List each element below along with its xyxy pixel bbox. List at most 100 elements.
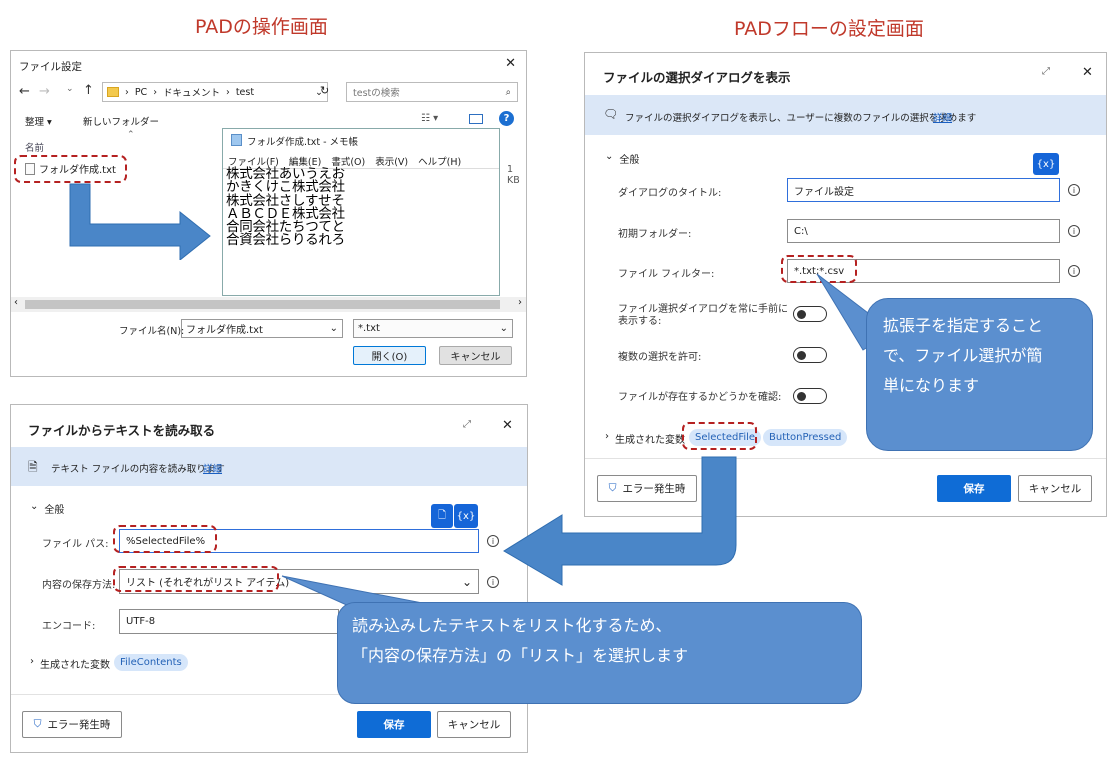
- expand-icon[interactable]: ⤢: [463, 419, 471, 430]
- cancel-button[interactable]: キャンセル: [437, 711, 511, 738]
- path-sep-icon: ›: [125, 86, 129, 98]
- chevron-right-icon: ›: [30, 656, 34, 667]
- scroll-right-icon[interactable]: ›: [518, 297, 522, 308]
- generated-vars-header[interactable]: › 生成された変数: [605, 431, 685, 446]
- callout-line: 読み込みしたテキストをリスト化するため、: [352, 616, 672, 635]
- preview-pane-icon[interactable]: [469, 114, 483, 124]
- close-icon[interactable]: ✕: [1082, 65, 1093, 80]
- callout-line: 「内容の保存方法」の「リスト」を選択します: [352, 646, 689, 665]
- scroll-thumb[interactable]: [25, 300, 500, 309]
- generated-vars-label: 生成された変数: [615, 435, 685, 446]
- notepad-text[interactable]: 株式会社あいうえお かきくけこ株式会社 株式会社さしすせそ ＡＢＣＤＥ株式会社 …: [226, 167, 345, 249]
- file-highlight: [14, 155, 127, 183]
- details-link[interactable]: 詳細: [203, 461, 222, 475]
- details-link[interactable]: 詳細: [933, 110, 952, 124]
- description-bar: 🗎 テキスト ファイルの内容を読み取ります 詳細: [11, 447, 527, 486]
- folder-input[interactable]: C:\: [787, 219, 1060, 243]
- section-header[interactable]: ⌄ 全般: [30, 501, 64, 516]
- search-icon[interactable]: ⌕: [506, 87, 511, 98]
- path-segment[interactable]: test: [236, 87, 254, 98]
- variable-pill[interactable]: ButtonPressed: [763, 429, 848, 446]
- check-exists-toggle[interactable]: [793, 388, 827, 404]
- chevron-down-icon: ⌄: [605, 151, 614, 162]
- filename-input[interactable]: フォルダ作成.txt ⌄: [181, 319, 343, 338]
- section-header[interactable]: ⌄ 全般: [605, 151, 639, 166]
- variable-picker-button[interactable]: {x}: [454, 504, 478, 528]
- new-folder-button[interactable]: 新しいフォルダー: [83, 114, 159, 128]
- store-label: 内容の保存方法:: [42, 580, 116, 591]
- recent-dropdown-icon[interactable]: ⌄: [66, 84, 74, 94]
- document-icon: 🗎: [28, 460, 38, 474]
- info-icon[interactable]: i: [1068, 225, 1080, 237]
- path-label: ファイル パス:: [42, 539, 109, 550]
- generated-vars-header[interactable]: › 生成された変数: [30, 656, 110, 671]
- list-callout: 読み込みしたテキストをリスト化するため、 「内容の保存方法」の「リスト」を選択し…: [337, 602, 862, 704]
- menu-help[interactable]: ヘルプ(H): [418, 154, 461, 168]
- expand-icon[interactable]: ⤢: [1042, 66, 1050, 77]
- chevron-down-icon[interactable]: ⌄: [330, 323, 338, 334]
- path-segment[interactable]: PC: [135, 87, 147, 98]
- forward-icon[interactable]: →: [39, 84, 50, 99]
- filter-label: ファイル フィルター:: [618, 269, 715, 280]
- file-picker-button[interactable]: 🗋: [431, 504, 453, 528]
- scroll-left-icon[interactable]: ‹: [14, 297, 18, 308]
- comment-icon: 🗨: [603, 107, 619, 121]
- info-icon[interactable]: i: [487, 535, 499, 547]
- shield-icon: ⛉: [33, 718, 42, 730]
- up-icon[interactable]: ↑: [83, 83, 94, 98]
- search-placeholder: testの検索: [353, 88, 400, 99]
- panel-title: ファイルからテキストを読み取る: [28, 423, 216, 438]
- close-icon[interactable]: ✕: [505, 56, 516, 71]
- callout-line: で、ファイル選択が簡: [883, 346, 1043, 365]
- path-segment[interactable]: ドキュメント: [163, 85, 220, 99]
- description-text: ファイルの選択ダイアログを表示し、ユーザーに複数のファイルの選択を求めます: [625, 113, 977, 124]
- description-bar: 🗨 ファイルの選択ダイアログを表示し、ユーザーに複数のファイルの選択を求めます …: [585, 95, 1106, 135]
- info-icon[interactable]: i: [1068, 184, 1080, 196]
- open-button[interactable]: 開く(O): [353, 346, 426, 365]
- variable-picker-button[interactable]: {x}: [1033, 153, 1059, 175]
- cancel-button[interactable]: キャンセル: [439, 346, 512, 365]
- filename-label: ファイル名(N):: [119, 326, 185, 337]
- chevron-down-icon[interactable]: ⌄: [500, 323, 508, 334]
- refresh-icon[interactable]: ↻: [320, 84, 329, 97]
- column-name-header[interactable]: 名前: [25, 140, 44, 154]
- notepad-icon: [231, 134, 242, 146]
- address-bar[interactable]: › PC › ドキュメント › test ⌄: [102, 82, 328, 102]
- save-button[interactable]: 保存: [937, 475, 1011, 502]
- cancel-button[interactable]: キャンセル: [1018, 475, 1092, 502]
- help-icon[interactable]: ?: [499, 111, 514, 126]
- file-type-select[interactable]: *.txt ⌄: [353, 319, 513, 338]
- info-icon[interactable]: i: [487, 576, 499, 588]
- notepad-title: フォルダ作成.txt - メモ帳: [247, 137, 359, 148]
- selectedfile-highlight: [682, 422, 757, 450]
- on-error-label: エラー発生時: [47, 719, 111, 731]
- info-icon[interactable]: i: [1068, 265, 1080, 277]
- menu-view[interactable]: 表示(V): [375, 154, 408, 168]
- flow-arrow-2: [503, 456, 737, 586]
- filter-callout: 拡張子を指定すること で、ファイル選択が簡 単になります: [866, 298, 1093, 451]
- close-icon[interactable]: ✕: [502, 418, 513, 433]
- organize-menu[interactable]: 整理 ▾: [25, 114, 52, 128]
- dialog-title: ファイル設定: [19, 61, 82, 73]
- section-title: 全般: [619, 155, 640, 166]
- variable-pill[interactable]: FileContents: [114, 654, 188, 671]
- check-exists-label: ファイルが存在するかどうかを確認:: [618, 392, 782, 403]
- back-icon[interactable]: ←: [19, 84, 30, 99]
- save-button[interactable]: 保存: [357, 711, 431, 738]
- file-size: 1 KB: [507, 164, 520, 186]
- panel-title: ファイルの選択ダイアログを表示: [603, 70, 791, 85]
- filename-value: フォルダ作成.txt: [186, 325, 263, 336]
- file-type-value: *.txt: [358, 323, 380, 334]
- description-text: テキスト ファイルの内容を読み取ります: [51, 464, 225, 475]
- view-options-icon[interactable]: ☷ ▾: [421, 113, 438, 124]
- text-line: 合資会社らりるれろ: [226, 232, 345, 249]
- callout-line: 拡張子を指定すること: [883, 316, 1044, 335]
- multi-select-label: 複数の選択を許可:: [618, 352, 702, 363]
- chevron-down-icon: ⌄: [30, 501, 39, 512]
- horizontal-scrollbar[interactable]: ‹ ›: [11, 297, 526, 312]
- title-input[interactable]: ファイル設定: [787, 178, 1060, 202]
- on-error-button[interactable]: ⛉ エラー発生時: [22, 711, 122, 738]
- encoding-label: エンコード:: [42, 621, 96, 632]
- search-box[interactable]: testの検索 ⌕: [346, 82, 518, 102]
- path-sep-icon: ›: [153, 86, 157, 98]
